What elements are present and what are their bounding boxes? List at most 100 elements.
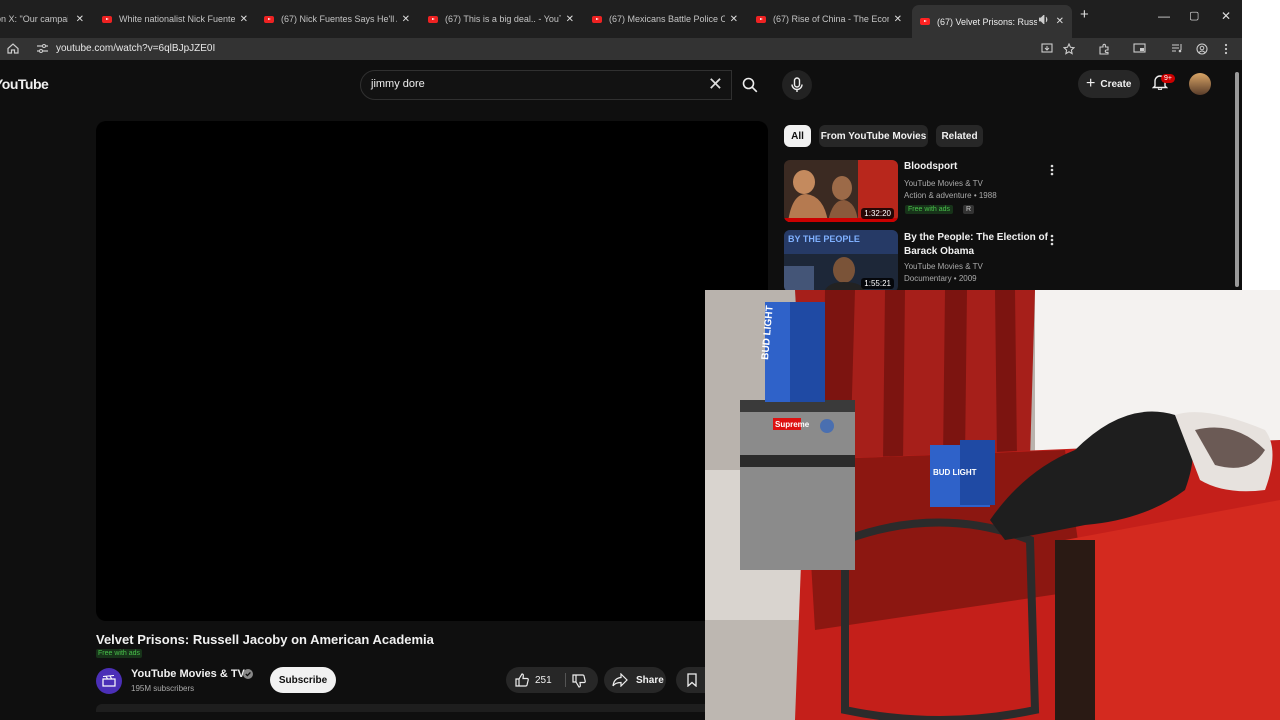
more-actions-icon[interactable] — [1049, 233, 1055, 247]
verified-badge-icon — [243, 669, 253, 679]
youtube-favicon-icon — [102, 15, 112, 23]
tab-label: (67) Rise of China - The Economist — [773, 14, 889, 24]
recommendation-title[interactable]: By the People: The Election of Barack Ob… — [904, 231, 1054, 259]
split-view-icon[interactable] — [1133, 43, 1146, 54]
browser-tab[interactable]: (67) Rise of China - The Economist ✕ — [750, 5, 906, 33]
profile-icon[interactable] — [1196, 43, 1208, 55]
chip-related[interactable]: Related — [936, 125, 983, 147]
youtube-logo[interactable]: YouTube — [0, 76, 49, 92]
like-icon[interactable] — [515, 673, 529, 687]
tab-label: White nationalist Nick Fuentes — [119, 14, 235, 24]
youtube-favicon-icon — [756, 15, 766, 23]
address-bar: youtube.com/watch?v=6qlBJpJZE0I — [0, 38, 1242, 60]
tab-close-icon[interactable]: ✕ — [1056, 16, 1064, 27]
tab-label: (67) Mexicans Battle Police Outside — [609, 14, 725, 24]
site-info-icon[interactable] — [37, 44, 48, 54]
clear-search-icon[interactable]: ✕ — [708, 74, 723, 95]
save-button[interactable] — [676, 667, 705, 693]
home-icon[interactable] — [7, 43, 19, 54]
browser-menu-icon[interactable] — [1224, 43, 1228, 55]
tab-label: on X: "Our campaign — [0, 14, 68, 24]
tab-close-icon[interactable]: ✕ — [402, 14, 410, 25]
notification-badge: 9+ — [1161, 74, 1175, 83]
microphone-icon — [791, 77, 803, 92]
minimize-button[interactable]: — — [1158, 9, 1170, 23]
create-label: Create — [1100, 78, 1132, 90]
free-with-ads-badge: Free with ads — [96, 649, 143, 658]
like-count[interactable]: 251 — [535, 675, 552, 686]
video-duration: 1:55:21 — [861, 278, 894, 289]
youtube-favicon-icon — [264, 15, 274, 23]
youtube-masthead: YouTube jimmy dore ✕ + Create 9+ — [0, 62, 1242, 108]
search-input[interactable]: jimmy dore — [371, 78, 425, 90]
description-box[interactable] — [96, 704, 705, 712]
tab-label: (67) Nick Fuentes Says He'll Ally — [281, 14, 397, 24]
scrollbar-thumb[interactable] — [1235, 72, 1239, 287]
dislike-icon[interactable] — [572, 674, 586, 688]
media-controls-icon[interactable] — [1171, 43, 1183, 54]
bookmark-star-icon[interactable] — [1063, 43, 1075, 55]
browser-tab[interactable]: (67) This is a big deal.. - YouTube ✕ — [422, 5, 578, 33]
save-bookmark-icon — [687, 673, 697, 687]
account-avatar[interactable] — [1189, 73, 1211, 95]
video-title: Velvet Prisons: Russell Jacoby on Americ… — [96, 632, 434, 647]
subscribe-button[interactable]: Subscribe — [270, 667, 336, 693]
rating-badge: R — [963, 205, 975, 214]
desktop-background-strip — [1242, 0, 1280, 290]
tab-label: (67) Velvet Prisons: Russell Jacoby — [937, 16, 1037, 27]
share-button[interactable]: Share — [604, 667, 666, 693]
video-player[interactable] — [96, 121, 768, 621]
youtube-favicon-icon — [592, 15, 602, 23]
tab-close-icon[interactable]: ✕ — [730, 14, 738, 25]
browser-tab[interactable]: on X: "Our campaign ✕ — [0, 5, 88, 33]
share-icon — [612, 673, 628, 687]
recommendation-item[interactable]: BY THE PEOPLE 1:55:21 By the People: The… — [784, 230, 1074, 292]
extensions-icon[interactable] — [1098, 43, 1110, 55]
recommendation-meta: Action & adventure • 1988 — [904, 191, 997, 200]
recommendation-meta: Documentary • 2009 — [904, 274, 977, 283]
plus-icon: + — [1086, 75, 1096, 92]
window-close-button[interactable]: ✕ — [1221, 9, 1231, 23]
share-label: Share — [636, 674, 664, 686]
like-divider — [565, 673, 566, 687]
browser-tab[interactable]: (67) Mexicans Battle Police Outside ✕ — [586, 5, 742, 33]
channel-name[interactable]: YouTube Movies & TV — [131, 668, 245, 680]
tab-close-icon[interactable]: ✕ — [240, 14, 248, 25]
recommendation-channel[interactable]: YouTube Movies & TV — [904, 178, 983, 190]
url-text[interactable]: youtube.com/watch?v=6qlBJpJZE0I — [56, 43, 215, 54]
new-tab-button[interactable]: + — [1080, 6, 1089, 23]
clapperboard-icon — [102, 675, 116, 687]
audio-playing-icon[interactable] — [1039, 15, 1049, 24]
chip-from-youtube-movies[interactable]: From YouTube Movies — [819, 125, 928, 147]
search-icon — [742, 77, 758, 93]
voice-search-button[interactable] — [782, 70, 812, 100]
page-scrollbar[interactable] — [1233, 66, 1241, 288]
recommendation-title[interactable]: Bloodsport — [904, 160, 1054, 174]
browser-tab[interactable]: (67) Nick Fuentes Says He'll Ally ✕ — [258, 5, 414, 33]
browser-tab-active[interactable]: (67) Velvet Prisons: Russell Jacoby ✕ — [912, 5, 1072, 38]
bud-light-box-label: BUD LIGHT — [933, 468, 977, 477]
tab-close-icon[interactable]: ✕ — [76, 14, 84, 25]
thumbnail-caption: BY THE PEOPLE — [788, 234, 860, 244]
tab-close-icon[interactable]: ✕ — [894, 14, 902, 25]
video-thumbnail[interactable]: BY THE PEOPLE 1:55:21 — [784, 230, 898, 292]
tab-close-icon[interactable]: ✕ — [566, 14, 574, 25]
video-thumbnail[interactable]: 1:32:20 — [784, 160, 898, 222]
maximize-button[interactable]: ▢ — [1189, 9, 1199, 22]
youtube-favicon-icon — [920, 18, 930, 25]
free-with-ads-badge: Free with ads — [905, 205, 954, 214]
search-box[interactable]: jimmy dore ✕ — [360, 70, 732, 100]
channel-avatar[interactable] — [96, 668, 122, 694]
more-actions-icon[interactable] — [1049, 163, 1055, 177]
recommendation-item[interactable]: 1:32:20 Bloodsport YouTube Movies & TV A… — [784, 160, 1074, 222]
recommendation-channel[interactable]: YouTube Movies & TV — [904, 261, 983, 273]
video-duration: 1:32:20 — [861, 208, 894, 219]
create-button[interactable]: + Create — [1078, 70, 1140, 98]
search-button[interactable] — [732, 70, 768, 100]
youtube-favicon-icon — [428, 15, 438, 23]
supreme-sticker: Supreme — [775, 420, 810, 429]
webcam-scene: Supreme BUD LIGHT BUD LIGHT — [705, 290, 1280, 720]
chip-all[interactable]: All — [784, 125, 811, 147]
browser-tab[interactable]: White nationalist Nick Fuentes ✕ — [96, 5, 252, 33]
install-app-icon[interactable] — [1041, 43, 1053, 54]
